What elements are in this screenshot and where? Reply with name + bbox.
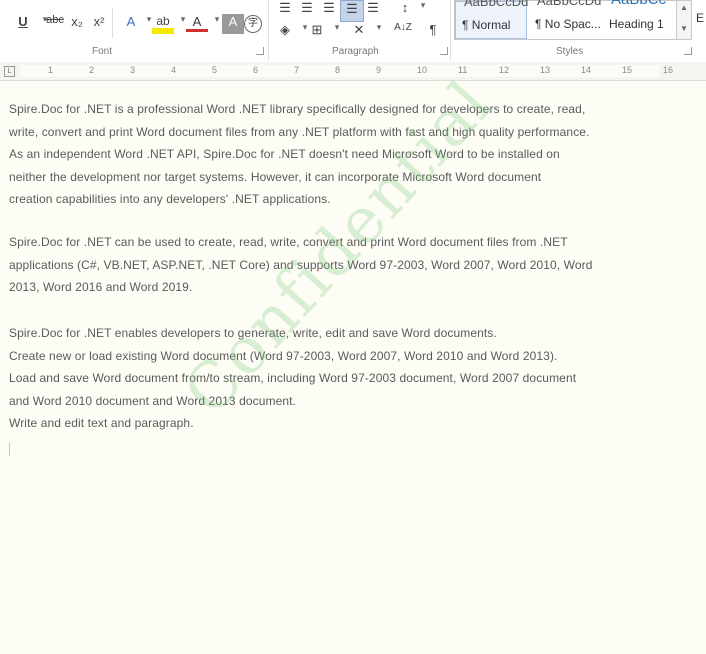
style-name: Heading 1: [609, 17, 664, 31]
group-divider: [268, 0, 269, 60]
paragraph-1[interactable]: Spire.Doc for .NET is a professional Wor…: [9, 98, 629, 211]
borders-dropdown-icon[interactable]: ▾: [326, 22, 348, 42]
ruler-number: 10: [417, 65, 428, 75]
text-line: Create new or load existing Word documen…: [9, 348, 558, 363]
ruler-number: 1: [48, 65, 54, 75]
show-hide-marks-button[interactable]: ¶: [422, 22, 444, 42]
ruler-number: 14: [581, 65, 592, 75]
ruler-number: 15: [622, 65, 633, 75]
group-divider: [450, 0, 451, 60]
text-line: Load and save Word document from/to stre…: [9, 371, 577, 385]
styles-scroll[interactable]: ▲ ▼: [676, 0, 692, 40]
text-line: write, convert and print Word document f…: [9, 124, 590, 139]
styles-dialog-launcher-icon[interactable]: [684, 47, 692, 55]
enclose-characters-button[interactable]: 字: [244, 15, 262, 33]
ruler-number: 6: [253, 65, 259, 75]
text-line: As an independent Word .NET API, Spire.D…: [9, 147, 560, 161]
ruler-number: 2: [89, 65, 95, 75]
ruler-number: 3: [130, 65, 136, 75]
font-color-button[interactable]: A: [186, 14, 208, 32]
text-line: Write and edit text and paragraph.: [9, 416, 194, 430]
align-left-icon[interactable]: ☰: [274, 0, 296, 20]
font-dialog-launcher-icon[interactable]: [256, 47, 264, 55]
scroll-down-icon[interactable]: ▼: [677, 24, 691, 33]
distributed-icon[interactable]: ☰: [362, 0, 384, 20]
style-preview: AaBbCcDd: [464, 0, 529, 9]
style-normal[interactable]: AaBbCcDd ¶ Normal: [455, 0, 529, 39]
asian-layout-dropdown-icon[interactable]: ▾: [368, 22, 390, 42]
ruler-number: 4: [171, 65, 177, 75]
line-spacing-dropdown-icon[interactable]: ▾: [412, 0, 434, 20]
document-page[interactable]: Spire.Doc for .NET is a professional Wor…: [0, 67, 706, 654]
styles-pane-icon[interactable]: E: [696, 10, 704, 26]
align-center-icon[interactable]: ☰: [296, 0, 318, 20]
style-no-spacing[interactable]: AaBbCcDd ¶ No Spac...: [529, 0, 602, 39]
ruler-number: 8: [335, 65, 341, 75]
styles-gallery: AaBbCcDd ¶ Normal AaBbCcDd ¶ No Spac... …: [454, 0, 678, 40]
asian-layout-icon[interactable]: ✕: [348, 22, 370, 42]
subscript-button[interactable]: x₂: [66, 14, 88, 34]
justify-icon[interactable]: ☰: [340, 0, 364, 22]
text-line: Spire.Doc for .NET is a professional Wor…: [9, 102, 586, 116]
ruler-number: 12: [499, 65, 510, 75]
text-line: Spire.Doc for .NET enables developers to…: [9, 326, 497, 340]
character-shading-button[interactable]: A: [222, 14, 244, 34]
paragraph-end-mark: [9, 442, 10, 456]
text-line: neither the development nor target syste…: [9, 169, 542, 184]
horizontal-ruler[interactable]: L 1 2 3 4 5 6 7 8 9 10 11 12 13 14 15 16: [0, 62, 706, 81]
text-line: creation capabilities into any developer…: [9, 192, 331, 206]
scroll-up-icon[interactable]: ▲: [677, 3, 691, 12]
sort-button[interactable]: A↓Z: [392, 22, 414, 42]
style-name: ¶ No Spac...: [535, 17, 601, 31]
strikethrough-button[interactable]: abc: [44, 14, 66, 34]
ribbon: U ▾ abc x₂ x² A ▾ ab ▾ A ▾ A 字 Font ☰ ☰ …: [0, 0, 706, 63]
styles-group-label: Styles: [556, 46, 584, 57]
style-preview: AaBbCc: [611, 0, 666, 8]
font-group-label: Font: [92, 46, 113, 57]
ruler-number: 7: [294, 65, 300, 75]
ruler-number: 13: [540, 65, 551, 75]
underline-button[interactable]: U: [12, 14, 34, 34]
style-heading-1[interactable]: AaBbCc Heading 1: [603, 0, 675, 39]
text-line: and Word 2010 document and Word 2013 doc…: [9, 393, 297, 408]
style-preview: AaBbCcDd: [537, 0, 602, 8]
tab-selector-icon[interactable]: L: [4, 66, 15, 77]
paragraph-group-label: Paragraph: [332, 46, 379, 57]
ruler-number: 9: [376, 65, 382, 75]
ribbon-separator: [112, 8, 113, 38]
shading-icon[interactable]: ◈: [274, 22, 296, 42]
borders-icon[interactable]: ⊞: [306, 22, 328, 42]
highlight-button[interactable]: ab: [152, 14, 174, 34]
style-name: ¶ Normal: [462, 18, 511, 32]
paragraph-3[interactable]: Spire.Doc for .NET enables developers to…: [9, 322, 629, 435]
superscript-button[interactable]: x²: [88, 14, 110, 34]
paragraph-dialog-launcher-icon[interactable]: [440, 47, 448, 55]
ruler-number: 5: [212, 65, 218, 75]
align-right-icon[interactable]: ☰: [318, 0, 340, 20]
ruler-number: 16: [663, 65, 674, 75]
